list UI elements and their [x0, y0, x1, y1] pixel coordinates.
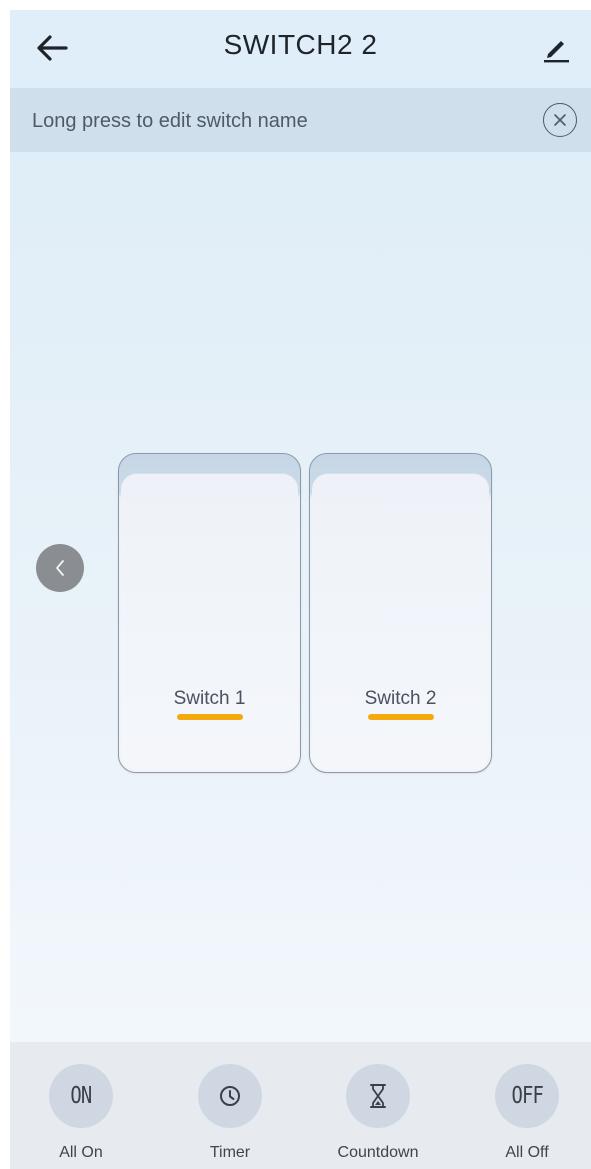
hourglass-icon: [346, 1064, 410, 1128]
pencil-icon: [544, 41, 569, 63]
switch-indicator: [368, 714, 434, 720]
switch-label: Switch 2: [364, 688, 437, 709]
all-on-label: All On: [59, 1144, 103, 1161]
all-off-icon: OFF: [495, 1064, 559, 1128]
previous-page-button[interactable]: [36, 544, 84, 592]
edit-button[interactable]: [535, 26, 577, 70]
countdown-button[interactable]: Countdown: [318, 1064, 438, 1162]
tip-text: Long press to edit switch name: [32, 110, 308, 132]
switch-indicator: [177, 714, 243, 720]
chevron-left-icon: [56, 560, 64, 576]
tip-banner: Long press to edit switch name: [10, 88, 591, 152]
switch-label: Switch 1: [173, 688, 246, 709]
all-on-button[interactable]: ON All On: [21, 1064, 141, 1162]
timer-label: Timer: [209, 1144, 251, 1161]
all-off-label: All Off: [505, 1144, 549, 1161]
switch-2-button[interactable]: Switch 2: [309, 453, 492, 773]
switch-panel: Switch 1 Switch 2: [118, 453, 492, 773]
tip-close-button[interactable]: [543, 103, 577, 137]
switch-face: [121, 473, 298, 770]
app-screen: SWITCH2 2 Long press to edit switch name…: [10, 10, 591, 1169]
page-title: SWITCH2 2: [223, 29, 378, 60]
close-icon: [554, 114, 566, 126]
all-off-button[interactable]: OFF All Off: [467, 1064, 587, 1162]
timer-button[interactable]: Timer: [170, 1064, 290, 1162]
switch-face: [312, 473, 489, 770]
bottom-action-bar: ON All On Timer Countdown OFF All Off: [10, 1042, 591, 1169]
header-bar: SWITCH2 2: [10, 10, 591, 88]
switch-1-button[interactable]: Switch 1: [118, 453, 301, 773]
all-on-icon: ON: [49, 1064, 113, 1128]
clock-icon: [198, 1064, 262, 1128]
countdown-label: Countdown: [337, 1144, 419, 1161]
